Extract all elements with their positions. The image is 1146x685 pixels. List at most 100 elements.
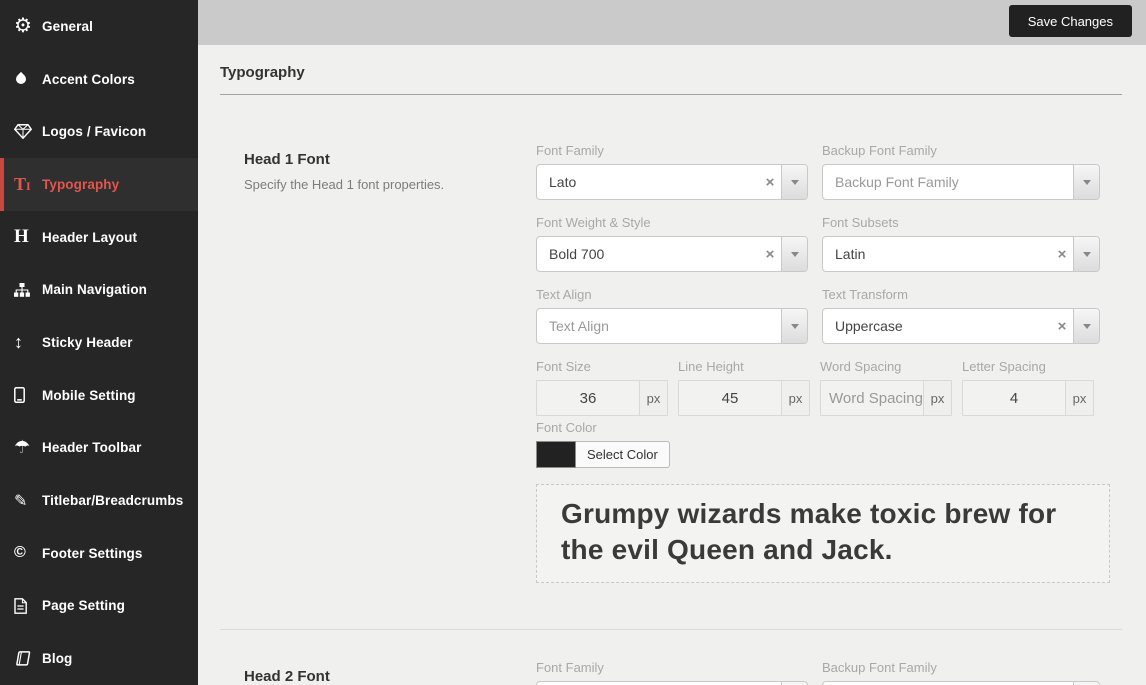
sidebar-item-footer-settings[interactable]: © Footer Settings [0, 527, 198, 580]
sidebar-item-label: Sticky Header [42, 335, 133, 350]
dropdown-arrow-icon[interactable] [1073, 309, 1099, 343]
save-changes-button[interactable]: Save Changes [1009, 5, 1132, 37]
font-size-value: 36 [537, 381, 639, 415]
dropdown-arrow-icon[interactable] [781, 309, 807, 343]
word-spacing-input[interactable]: Word Spacing px [820, 380, 952, 416]
font-weight-style-select[interactable]: Bold 700 [536, 236, 808, 272]
sidebar-item-main-navigation[interactable]: Main Navigation [0, 263, 198, 316]
text-transform-select[interactable]: Uppercase [822, 308, 1100, 344]
clear-icon[interactable] [1051, 237, 1073, 271]
font-family-label: Font Family [536, 660, 808, 675]
page-icon [14, 598, 42, 614]
sidebar-item-sticky-header[interactable]: ↕ Sticky Header [0, 316, 198, 369]
letter-spacing-value: 4 [963, 381, 1065, 415]
line-height-unit: px [781, 381, 809, 415]
sidebar: ⚙ General Accent Colors Logos / Favicon … [0, 0, 198, 685]
vertical-arrows-icon: ↕ [14, 332, 42, 353]
text-transform-label: Text Transform [822, 287, 1100, 302]
sidebar-item-titlebar-breadcrumbs[interactable]: ✎ Titlebar/Breadcrumbs [0, 474, 198, 527]
sidebar-item-label: Header Layout [42, 230, 137, 245]
head2-section-fields: Font Family Oswald Backup Font Family Ba… [536, 660, 1110, 685]
line-height-input[interactable]: 45 px [678, 380, 810, 416]
sidebar-item-blog[interactable]: Blog [0, 632, 198, 685]
head1-section-title: Head 1 Font [244, 151, 536, 168]
letter-spacing-label: Letter Spacing [962, 359, 1094, 374]
head2-font-section: Head 2 Font Specify the Head 2 font prop… [220, 630, 1122, 685]
mobile-icon [14, 387, 42, 403]
text-align-select[interactable]: Text Align [536, 308, 808, 344]
font-subsets-value: Latin [823, 237, 1051, 271]
sidebar-item-logos-favicon[interactable]: Logos / Favicon [0, 105, 198, 158]
head2-font-family-select[interactable]: Oswald [536, 681, 808, 685]
topbar: Save Changes [198, 0, 1146, 45]
backup-font-family-label: Backup Font Family [822, 143, 1100, 158]
sidebar-item-label: Blog [42, 651, 72, 666]
text-align-placeholder: Text Align [537, 309, 781, 343]
letter-spacing-input[interactable]: 4 px [962, 380, 1094, 416]
sidebar-item-label: Accent Colors [42, 72, 135, 87]
sidebar-item-label: Header Toolbar [42, 440, 141, 455]
sidebar-item-label: Mobile Setting [42, 388, 136, 403]
clear-icon[interactable] [1051, 309, 1073, 343]
word-spacing-unit: px [923, 381, 951, 415]
line-height-label: Line Height [678, 359, 810, 374]
pencil-icon: ✎ [14, 491, 42, 511]
font-weight-style-value: Bold 700 [537, 237, 759, 271]
umbrella-icon: ☂ [14, 437, 42, 458]
book-icon [14, 651, 42, 666]
sidebar-item-general[interactable]: ⚙ General [0, 0, 198, 53]
head1-section-intro: Head 1 Font Specify the Head 1 font prop… [220, 143, 536, 583]
dropdown-arrow-icon[interactable] [1073, 237, 1099, 271]
dropdown-arrow-icon[interactable] [781, 165, 807, 199]
text-align-label: Text Align [536, 287, 808, 302]
typography-icon: TI [14, 174, 42, 195]
font-subsets-label: Font Subsets [822, 215, 1100, 230]
font-family-select[interactable]: Lato [536, 164, 808, 200]
backup-font-family-select[interactable]: Backup Font Family [822, 164, 1100, 200]
sidebar-item-label: Main Navigation [42, 282, 147, 297]
backup-font-family-placeholder: Backup Font Family [823, 165, 1073, 199]
head1-section-fields: Font Family Lato Backup Font Family Back… [536, 143, 1110, 583]
word-spacing-placeholder: Word Spacing [821, 381, 923, 415]
dropdown-arrow-icon[interactable] [781, 237, 807, 271]
font-color-swatch[interactable] [536, 441, 576, 468]
font-size-unit: px [639, 381, 667, 415]
head2-backup-font-family-select[interactable]: Backup Font Family [822, 681, 1100, 685]
sidebar-item-typography[interactable]: TI Typography [0, 158, 198, 211]
backup-font-family-label: Backup Font Family [822, 660, 1100, 675]
content-panel: Typography Head 1 Font Specify the Head … [198, 45, 1146, 685]
gem-icon [14, 124, 42, 139]
head2-section-intro: Head 2 Font Specify the Head 2 font prop… [220, 660, 536, 685]
sidebar-item-header-toolbar[interactable]: ☂ Header Toolbar [0, 422, 198, 475]
font-color-label: Font Color [536, 420, 1110, 435]
copyright-icon: © [14, 544, 42, 562]
font-preview-text: Grumpy wizards make toxic brew for the e… [561, 496, 1085, 569]
sidebar-item-mobile-setting[interactable]: Mobile Setting [0, 369, 198, 422]
font-subsets-select[interactable]: Latin [822, 236, 1100, 272]
sidebar-item-header-layout[interactable]: H Header Layout [0, 211, 198, 264]
dropdown-arrow-icon[interactable] [1073, 165, 1099, 199]
head1-font-section: Head 1 Font Specify the Head 1 font prop… [220, 95, 1122, 583]
sidebar-item-accent-colors[interactable]: Accent Colors [0, 53, 198, 106]
page-title: Typography [220, 64, 1122, 95]
font-preview-box: Grumpy wizards make toxic brew for the e… [536, 484, 1110, 583]
line-height-value: 45 [679, 381, 781, 415]
sidebar-item-label: Typography [42, 177, 119, 192]
sidebar-item-page-setting[interactable]: Page Setting [0, 580, 198, 633]
droplet-icon [14, 74, 42, 84]
sitemap-icon [14, 283, 42, 297]
font-family-label: Font Family [536, 143, 808, 158]
sidebar-item-label: Page Setting [42, 598, 125, 613]
text-transform-value: Uppercase [823, 309, 1051, 343]
sidebar-item-label: Logos / Favicon [42, 124, 146, 139]
clear-icon[interactable] [759, 237, 781, 271]
select-color-button[interactable]: Select Color [576, 441, 670, 468]
sidebar-item-label: General [42, 19, 93, 34]
word-spacing-label: Word Spacing [820, 359, 952, 374]
font-family-value: Lato [537, 165, 759, 199]
clear-icon[interactable] [759, 165, 781, 199]
letter-spacing-unit: px [1065, 381, 1093, 415]
sidebar-item-label: Titlebar/Breadcrumbs [42, 493, 183, 508]
font-size-label: Font Size [536, 359, 668, 374]
font-size-input[interactable]: 36 px [536, 380, 668, 416]
